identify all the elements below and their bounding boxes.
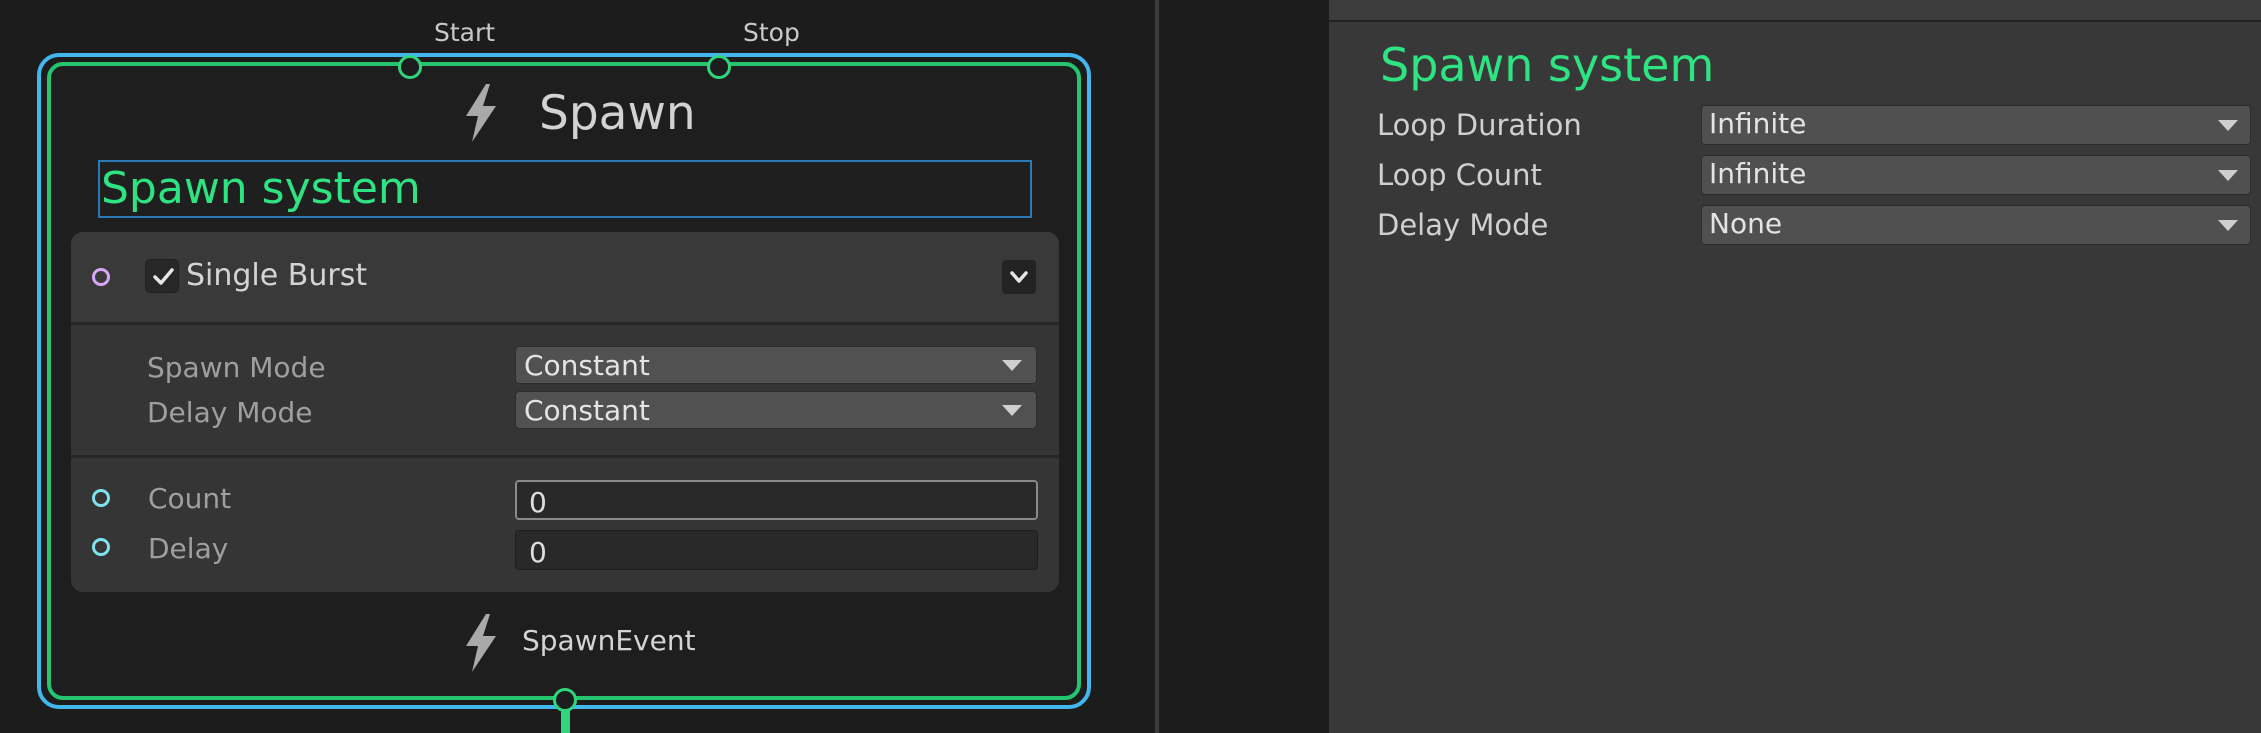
block-title: Single Burst: [186, 258, 368, 293]
start-input-label: Start: [434, 18, 496, 47]
block-divider: [71, 322, 1059, 325]
count-value: 0: [529, 486, 547, 519]
block-divider: [71, 455, 1059, 458]
dropdown-arrow-icon: [2218, 120, 2238, 131]
lightning-bolt-icon: [460, 82, 502, 144]
inspector-title: Spawn system: [1380, 38, 1715, 92]
node-title: Spawn: [539, 86, 696, 141]
dropdown-arrow-icon: [2218, 220, 2238, 231]
checkmark-icon: [153, 268, 174, 285]
delay-field[interactable]: [515, 530, 1038, 570]
start-input-port[interactable]: [398, 55, 422, 79]
block-enabled-checkbox[interactable]: [145, 259, 179, 293]
spawn-mode-label: Spawn Mode: [147, 351, 326, 384]
delay-mode-label: Delay Mode: [147, 396, 313, 429]
spawn-mode-value: Constant: [524, 349, 650, 382]
block-activation-port[interactable]: [92, 268, 110, 286]
delay-input-port[interactable]: [92, 538, 110, 556]
loop-duration-label: Loop Duration: [1377, 108, 1582, 142]
count-label: Count: [148, 482, 232, 515]
loop-duration-value: Infinite: [1709, 107, 1807, 140]
block-collapse-button[interactable]: [1002, 260, 1036, 294]
inspector-delay-mode-value: None: [1709, 207, 1783, 240]
stop-input-label: Stop: [743, 18, 800, 47]
inspector-delay-mode-label: Delay Mode: [1377, 208, 1549, 242]
delay-label: Delay: [148, 532, 229, 565]
delay-value: 0: [529, 536, 547, 569]
count-field[interactable]: [515, 480, 1038, 520]
node-label-text: Spawn system: [101, 163, 421, 214]
canvas-gap: [1159, 0, 1329, 733]
spawn-event-output-port[interactable]: [553, 688, 577, 712]
inspector-header-bar: [1329, 0, 2261, 22]
output-flow-edge[interactable]: [561, 711, 570, 733]
inspector-delay-mode-dropdown[interactable]: [1701, 205, 2251, 245]
count-input-port[interactable]: [92, 489, 110, 507]
chevron-down-icon: [1010, 271, 1028, 283]
stop-input-port[interactable]: [707, 55, 731, 79]
lightning-bolt-icon: [460, 612, 502, 674]
delay-mode-value: Constant: [524, 394, 650, 427]
loop-count-value: Infinite: [1709, 157, 1807, 190]
loop-count-label: Loop Count: [1377, 158, 1542, 192]
dropdown-arrow-icon: [2218, 170, 2238, 181]
dropdown-arrow-icon: [1002, 405, 1022, 416]
dropdown-arrow-icon: [1002, 360, 1022, 371]
spawn-event-label: SpawnEvent: [522, 624, 696, 657]
